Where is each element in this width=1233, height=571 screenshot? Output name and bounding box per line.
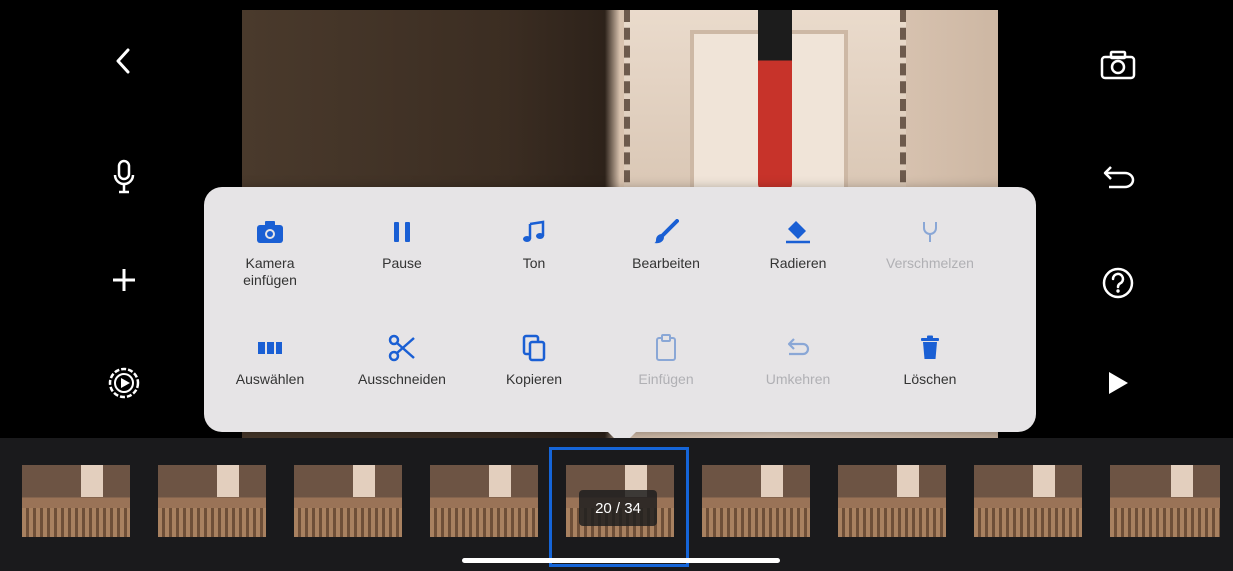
brush-icon: [651, 217, 681, 247]
clipboard-icon: [651, 333, 681, 363]
camera-switch-icon: [1100, 50, 1136, 80]
menu-item-sound[interactable]: Ton: [468, 217, 600, 272]
undo-icon: [1103, 166, 1135, 189]
plus-icon: [113, 269, 135, 291]
menu-item-label: Ton: [522, 255, 546, 271]
menu-item-delete[interactable]: Löschen: [864, 333, 996, 388]
menu-item-label: Einfügen: [638, 371, 694, 387]
copy-icon: [519, 333, 549, 363]
settings-button[interactable]: [99, 358, 149, 408]
help-button[interactable]: [1093, 258, 1143, 308]
frame-thumbnail[interactable]: [158, 465, 266, 537]
menu-item-label: Kamera einfügen: [243, 255, 297, 288]
pause-icon: [387, 217, 417, 247]
add-button[interactable]: [99, 255, 149, 305]
menu-item-label: Radieren: [769, 255, 827, 271]
menu-item-erase[interactable]: Radieren: [732, 217, 864, 272]
frame-thumbnail[interactable]: [430, 465, 538, 537]
menu-item-insert-camera[interactable]: Kamera einfügen: [204, 217, 336, 289]
play-button[interactable]: [1093, 358, 1143, 408]
menu-item-label: Bearbeiten: [632, 255, 700, 271]
menu-item-label: Verschmelzen: [886, 255, 974, 271]
trash-icon: [915, 333, 945, 363]
scissors-icon: [387, 333, 417, 363]
settings-icon: [108, 367, 140, 399]
menu-item-cut[interactable]: Ausschneiden: [336, 333, 468, 388]
select-frames-icon: [255, 333, 285, 363]
context-menu: Kamera einfügen Pause Ton Bearbeiten Rad…: [204, 187, 1036, 432]
undo-button[interactable]: [1093, 152, 1143, 202]
frame-thumbnail[interactable]: [1110, 465, 1220, 537]
camera-switch-button[interactable]: [1093, 40, 1143, 90]
menu-item-label: Pause: [382, 255, 422, 271]
frame-thumbnail[interactable]: [974, 465, 1082, 537]
reverse-icon: [783, 333, 813, 363]
menu-item-label: Löschen: [903, 371, 957, 387]
preview-box: [624, 10, 906, 208]
menu-item-copy[interactable]: Kopieren: [468, 333, 600, 388]
microphone-button[interactable]: [99, 152, 149, 202]
frame-thumbnail[interactable]: [22, 465, 130, 537]
menu-item-reverse[interactable]: Umkehren: [732, 333, 864, 388]
microphone-icon: [113, 159, 135, 194]
camera-icon: [255, 217, 285, 247]
menu-item-paste[interactable]: Einfügen: [600, 333, 732, 388]
menu-item-label: Umkehren: [765, 371, 831, 387]
frame-thumbnail[interactable]: [702, 465, 810, 537]
help-icon: [1102, 267, 1134, 299]
back-icon: [116, 48, 130, 74]
menu-item-select[interactable]: Auswählen: [204, 333, 336, 388]
frame-thumbnail[interactable]: [294, 465, 402, 537]
music-note-icon: [519, 217, 549, 247]
play-icon: [1109, 372, 1128, 394]
home-indicator[interactable]: [462, 558, 780, 563]
frame-thumbnail[interactable]: [838, 465, 946, 537]
merge-icon: [915, 217, 945, 247]
preview-marker: [758, 10, 792, 190]
menu-item-merge[interactable]: Verschmelzen: [864, 217, 996, 272]
back-button[interactable]: [99, 36, 149, 86]
menu-item-edit[interactable]: Bearbeiten: [600, 217, 732, 272]
frame-counter: 20 / 34: [579, 490, 657, 526]
eraser-icon: [783, 217, 813, 247]
menu-item-pause[interactable]: Pause: [336, 217, 468, 272]
menu-item-label: Auswählen: [235, 371, 305, 387]
menu-item-label: Ausschneiden: [358, 371, 446, 387]
menu-item-label: Kopieren: [505, 371, 563, 387]
